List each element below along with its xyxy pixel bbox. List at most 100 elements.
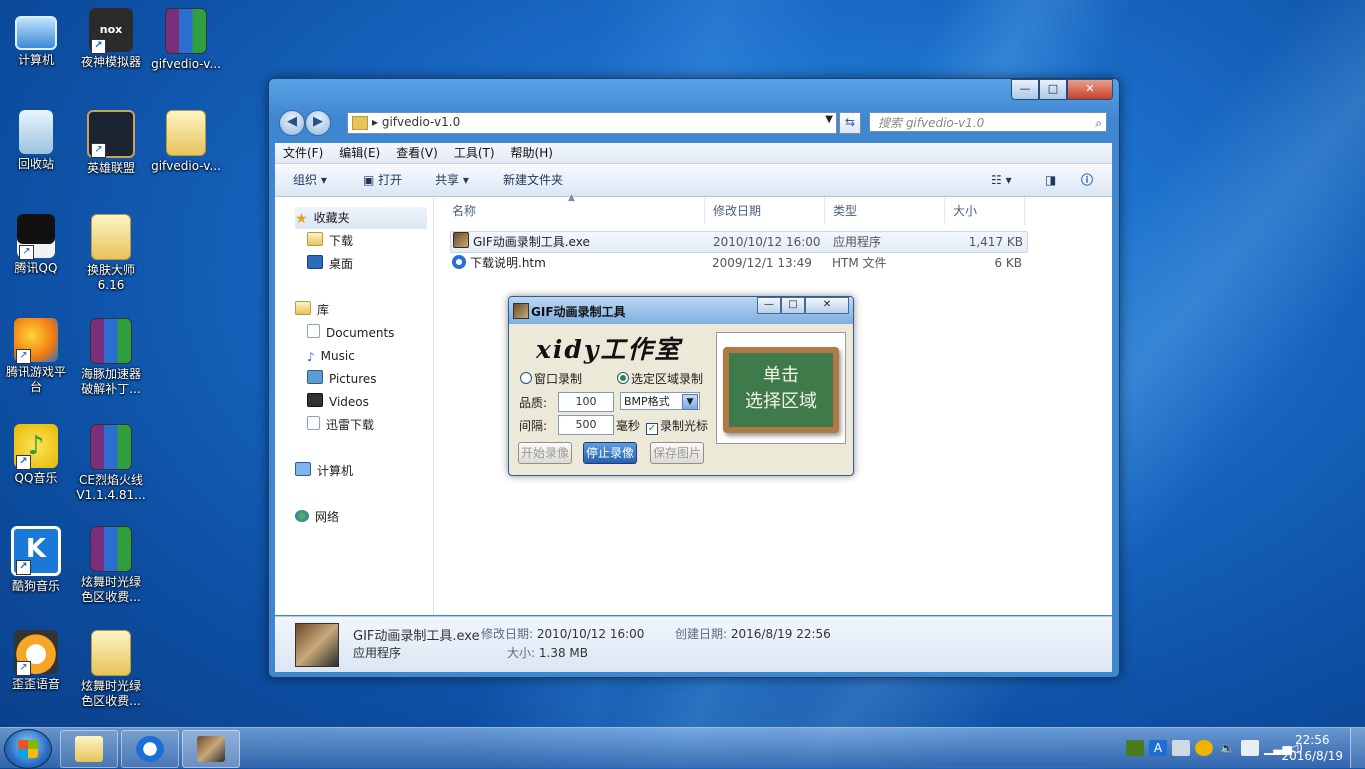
desktop-icon-label: 酷狗音乐 xyxy=(11,579,60,593)
desktop-icon-label-line2: 6.16 xyxy=(97,278,125,292)
nav-computer[interactable]: 计算机 xyxy=(295,460,353,482)
desktop-icon-kugou[interactable]: K ↗ 酷狗音乐 xyxy=(0,526,74,594)
desktop-icon-gifvedio-folder[interactable]: gifvedio-v... xyxy=(148,110,224,174)
device-icon[interactable] xyxy=(1241,740,1259,756)
desktop-icon-label: 回收站 xyxy=(17,157,54,171)
column-header-size[interactable]: 大小 xyxy=(945,197,1025,225)
antivirus-icon[interactable]: A xyxy=(1149,740,1167,756)
taskbar-sogou[interactable] xyxy=(121,730,179,768)
nav-network[interactable]: 网络 xyxy=(295,506,339,528)
close-button[interactable]: ✕ xyxy=(1067,79,1113,100)
select-region-board[interactable]: 单击 选择区域 xyxy=(716,332,846,444)
gif-close-button[interactable]: ✕ xyxy=(805,297,849,314)
table-row[interactable]: GIF动画录制工具.exe 2010/10/12 16:00 应用程序 1,41… xyxy=(450,231,1028,253)
nav-videos[interactable]: Videos xyxy=(307,391,369,413)
format-select[interactable]: BMP格式 ▼ xyxy=(620,392,700,410)
desktop-icon-computer[interactable]: 计算机 xyxy=(0,8,74,68)
maximize-button[interactable]: □ xyxy=(1039,79,1067,100)
minimize-button[interactable]: — xyxy=(1011,79,1039,100)
search-icon[interactable]: ⌕ xyxy=(1095,113,1102,133)
taskbar-gif-recorder[interactable] xyxy=(182,730,240,768)
app-icon xyxy=(197,736,225,762)
show-desktop-button[interactable] xyxy=(1350,728,1365,768)
refresh-button[interactable]: ⇆ xyxy=(839,112,861,134)
search-input[interactable]: 搜索 gifvedio-v1.0 ⌕ xyxy=(869,112,1107,132)
desktop-icon-lol[interactable]: ↗ 英雄联盟 xyxy=(73,110,149,176)
save-image-button[interactable]: 保存图片 xyxy=(650,442,704,464)
share-button[interactable]: 共享 ▾ xyxy=(435,164,469,196)
desktop-icon-recycle-bin[interactable]: 回收站 xyxy=(0,110,74,172)
record-cursor-checkbox[interactable]: ✓ 录制光标 xyxy=(646,417,708,435)
desktop-icon-dolphin[interactable]: 海豚加速器 破解补丁... xyxy=(73,318,149,397)
file-modified: 2010/10/12 16:00 xyxy=(713,235,821,249)
nav-pictures[interactable]: Pictures xyxy=(307,368,377,390)
chevron-down-icon[interactable]: ▼ xyxy=(682,394,698,410)
nav-libraries[interactable]: 库 xyxy=(295,299,329,321)
nav-downloads[interactable]: 下载 xyxy=(307,230,353,252)
open-button[interactable]: ▣ 打开 xyxy=(363,164,402,196)
help-icon[interactable]: ⓘ xyxy=(1081,164,1093,196)
gif-title-bar[interactable]: GIF动画录制工具 — □ ✕ xyxy=(509,297,853,324)
kugou-icon: K ↗ xyxy=(11,526,61,576)
nav-xunlei[interactable]: 迅雷下载 xyxy=(307,414,374,436)
nav-favorites[interactable]: ★ 收藏夹 xyxy=(295,207,427,229)
menu-edit[interactable]: 编辑(E) xyxy=(331,143,388,163)
radio-window-record[interactable]: 窗口录制 xyxy=(520,370,582,387)
desktop-icon-qq[interactable]: ↗ 腾讯QQ xyxy=(0,214,74,276)
window-icon[interactable] xyxy=(1172,740,1190,756)
clock[interactable]: 22:56 2016/8/19 xyxy=(1281,732,1343,764)
qq-tray-icon[interactable] xyxy=(1195,740,1213,756)
desktop-icon-xuanwu-rar[interactable]: 炫舞时光绿 色区收费... xyxy=(73,526,149,605)
volume-icon[interactable]: 🔈 xyxy=(1218,740,1236,756)
menu-tools[interactable]: 工具(T) xyxy=(446,143,503,163)
desktop-icon-tencent-game[interactable]: ↗ 腾讯游戏平 台 xyxy=(0,318,74,395)
table-row[interactable]: 下载说明.htm 2009/12/1 13:49 HTM 文件 6 KB xyxy=(450,253,1026,273)
desktop-icon-ce[interactable]: CE烈焰火线 V1.1.4.81... xyxy=(73,424,149,503)
desktop-icon-label-line2: 台 xyxy=(29,380,42,394)
taskbar-explorer[interactable] xyxy=(60,730,118,768)
interval-input[interactable]: 500 xyxy=(558,415,614,435)
menu-file[interactable]: 文件(F) xyxy=(275,143,331,163)
menu-view[interactable]: 查看(V) xyxy=(388,143,446,163)
desktop-icon-qqmusic[interactable]: ♪ ↗ QQ音乐 xyxy=(0,424,74,486)
nvidia-icon[interactable] xyxy=(1126,740,1144,756)
column-header-type[interactable]: 类型 xyxy=(825,197,945,225)
menu-help[interactable]: 帮助(H) xyxy=(503,143,561,163)
gif-maximize-button[interactable]: □ xyxy=(781,297,805,314)
chevron-down-icon[interactable]: ▼ xyxy=(825,114,833,125)
nav-music[interactable]: ♪ Music xyxy=(307,345,355,367)
desktop-icon-skin-master[interactable]: 换肤大师 6.16 xyxy=(73,214,149,293)
rar-archive-icon xyxy=(90,318,132,364)
gif-recorder-window[interactable]: GIF动画录制工具 — □ ✕ xidy工作室 窗口录制 选定区域录制 品质: … xyxy=(508,296,854,476)
nav-documents[interactable]: Documents xyxy=(307,322,394,344)
details-size: 大小: 1.38 MB xyxy=(507,646,588,660)
folder-icon xyxy=(91,214,131,260)
taskbar: A 🔈 ▁▃▅ ◁) 22:56 2016/8/19 xyxy=(0,727,1365,769)
address-bar[interactable]: ▸ gifvedio-v1.0 ▼ xyxy=(347,112,837,134)
radio-region-record[interactable]: 选定区域录制 xyxy=(617,370,703,387)
stop-record-button[interactable]: 停止录像 xyxy=(583,442,637,464)
desktop-icon-gifvedio-rar[interactable]: gifvedio-v... xyxy=(148,8,224,72)
breadcrumb[interactable]: ▸ gifvedio-v1.0 xyxy=(372,115,460,129)
start-button[interactable] xyxy=(4,729,52,769)
column-header-modified[interactable]: 修改日期 xyxy=(705,197,825,225)
desktop-icon-yy[interactable]: ↗ 歪歪语音 xyxy=(0,630,74,692)
back-button[interactable]: ◀ xyxy=(279,110,305,136)
preview-pane-icon[interactable]: ◨ xyxy=(1045,164,1056,196)
gif-minimize-button[interactable]: — xyxy=(757,297,781,314)
desktop-icon-nox[interactable]: nox ↗ 夜神模拟器 xyxy=(73,8,149,70)
details-filetype: 应用程序 xyxy=(353,646,402,660)
organize-button[interactable]: 组织 ▾ xyxy=(293,164,327,196)
nav-desktop[interactable]: 桌面 xyxy=(307,253,353,275)
new-folder-button[interactable]: 新建文件夹 xyxy=(503,164,563,196)
signal-icon[interactable]: ▁▃▅ xyxy=(1264,740,1292,756)
quality-input[interactable]: 100 xyxy=(558,392,614,412)
view-options-icon[interactable]: ☷ ▾ xyxy=(991,164,1012,196)
command-bar: 组织 ▾ ▣ 打开 共享 ▾ 新建文件夹 ☷ ▾ ◨ ⓘ xyxy=(275,164,1112,197)
desktop-icon-xuanwu-folder[interactable]: 炫舞时光绿 色区收费... xyxy=(73,630,149,709)
video-icon xyxy=(307,393,323,407)
desktop-icon-label: 腾讯QQ xyxy=(14,261,58,275)
file-type: 应用程序 xyxy=(833,235,882,249)
start-record-button[interactable]: 开始录像 xyxy=(518,442,572,464)
forward-button[interactable]: ▶ xyxy=(305,110,331,136)
